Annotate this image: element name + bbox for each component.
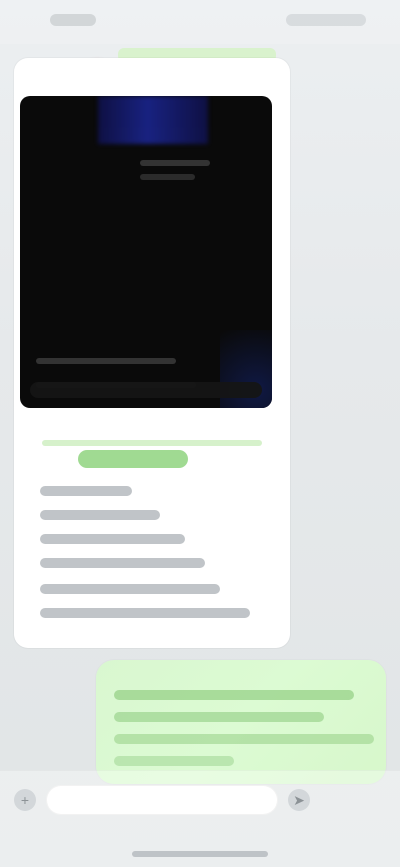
image-bottom-bar [30, 382, 262, 398]
image-text-line [140, 160, 210, 166]
list-item [40, 510, 160, 520]
status-icons-placeholder [286, 14, 366, 26]
status-time-placeholder [50, 14, 96, 26]
message-text-list [40, 486, 270, 626]
home-indicator [132, 851, 268, 857]
status-bar [0, 0, 400, 44]
send-icon[interactable]: ➤ [288, 789, 310, 811]
outgoing-text-line [114, 734, 374, 744]
outgoing-text-line [114, 690, 354, 700]
caption-line [42, 440, 262, 446]
plus-icon[interactable]: + [14, 789, 36, 811]
image-top-glow [98, 96, 208, 144]
list-item [40, 558, 205, 568]
message-input[interactable] [46, 785, 278, 815]
outgoing-text-line [114, 756, 234, 766]
list-item [40, 608, 250, 618]
caption-highlight-pill [78, 450, 188, 468]
chat-screen: + ➤ [0, 0, 400, 867]
outgoing-message-bubble [96, 660, 386, 784]
message-composer: + ➤ [0, 770, 400, 867]
list-item [40, 486, 132, 496]
message-image[interactable] [20, 96, 272, 408]
list-item [40, 584, 220, 594]
list-item [40, 534, 185, 544]
outgoing-text-line [114, 712, 324, 722]
image-text-line [36, 358, 176, 364]
image-text-line [140, 174, 195, 180]
